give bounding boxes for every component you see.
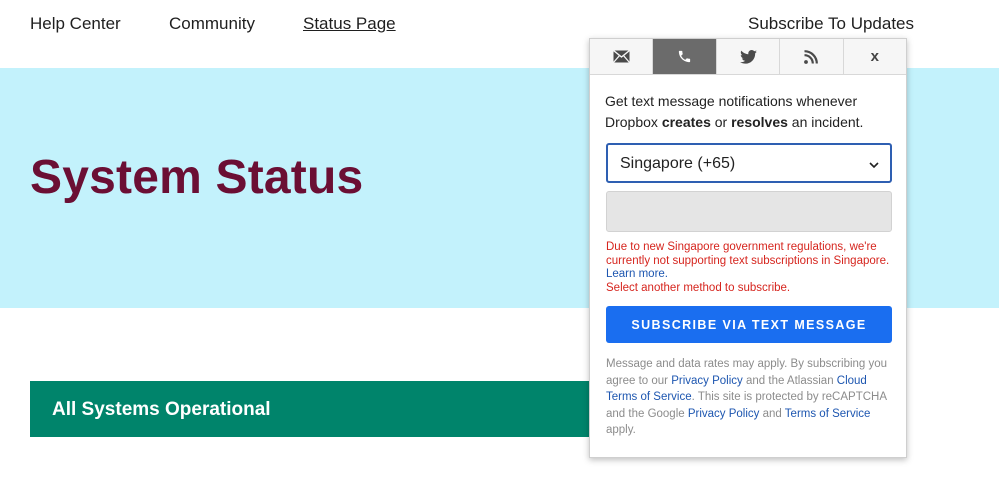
sms-description: Get text message notifications whenever … [605,91,895,133]
tab-close[interactable]: x [844,39,906,74]
subscribe-via-text-button[interactable]: SUBSCRIBE VIA TEXT MESSAGE [606,306,892,343]
warning-text: Due to new Singapore government regulati… [606,241,890,267]
tab-twitter[interactable] [717,39,781,74]
nav-subscribe-link[interactable]: Subscribe To Updates [748,14,914,34]
nav-help-center-link[interactable]: Help Center [30,14,121,34]
email-icon [612,50,630,63]
subscribe-method-tabs: x [590,39,906,75]
fine-print: Message and data rates may apply. By sub… [606,356,898,439]
overall-status-bar: All Systems Operational [30,381,630,437]
rss-icon [804,49,819,64]
overall-status-text: All Systems Operational [52,399,271,420]
country-code-value: Singapore (+65) [620,155,736,172]
privacy-policy-link[interactable]: Privacy Policy [671,375,743,387]
subscribe-popup: x Get text message notifications wheneve… [589,38,907,458]
tab-rss[interactable] [780,39,844,74]
warning-select-method: Select another method to subscribe. [606,281,791,294]
country-code-select[interactable]: Singapore (+65) [606,143,892,183]
learn-more-link[interactable]: Learn more. [606,268,668,280]
chevron-down-icon [868,158,880,176]
regulation-warning: Due to new Singapore government regulati… [606,241,898,295]
fine-text-5: apply. [606,424,636,436]
desc-resolves: resolves [731,114,788,130]
desc-text-3: an incident. [787,114,864,130]
desc-text-2: or [710,114,732,130]
close-icon: x [870,48,879,65]
phone-icon [677,49,692,64]
page-title: System Status [30,151,364,204]
nav-community-link[interactable]: Community [169,14,255,34]
status-page: Help Center Community Status Page Subscr… [0,0,999,496]
tab-sms[interactable] [653,39,717,74]
nav-status-page-link[interactable]: Status Page [303,14,396,34]
desc-creates: creates [661,114,711,130]
google-privacy-link[interactable]: Privacy Policy [688,408,760,420]
tab-email[interactable] [590,39,654,74]
fine-text-4: and [759,407,785,420]
fine-text-2: and the Atlassian [742,374,837,387]
phone-number-input[interactable] [606,191,892,232]
twitter-icon [739,49,757,64]
google-terms-link[interactable]: Terms of Service [785,408,871,420]
